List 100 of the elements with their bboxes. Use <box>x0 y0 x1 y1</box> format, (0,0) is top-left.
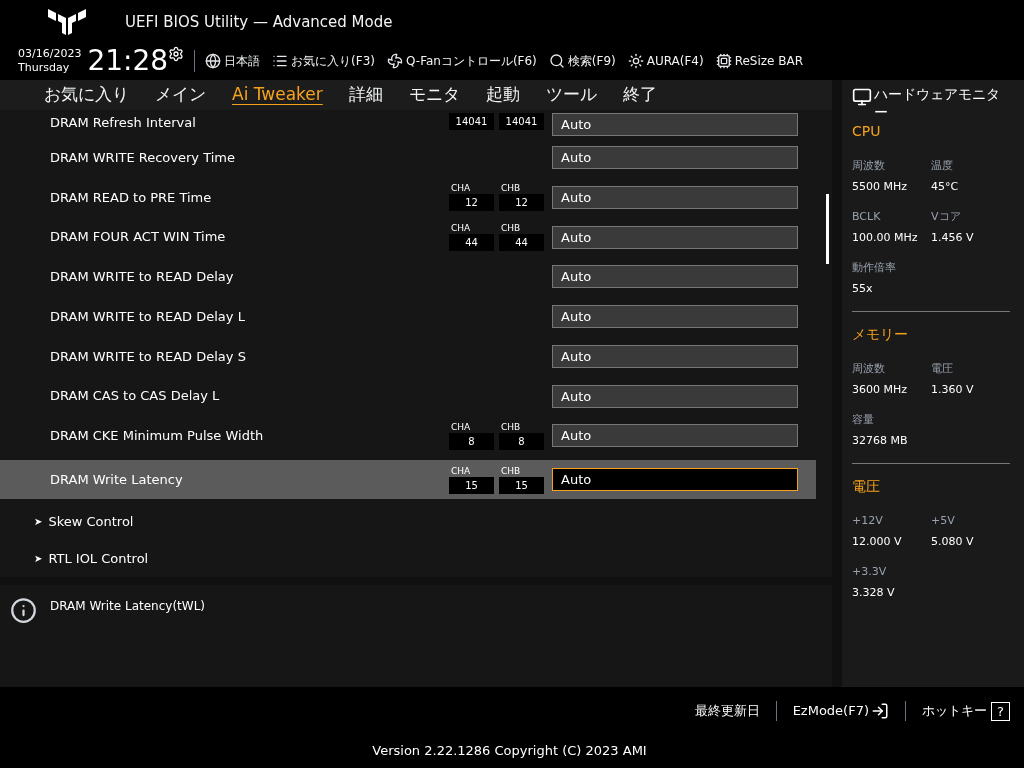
value-dropdown[interactable]: Auto <box>552 384 798 408</box>
scrollbar[interactable] <box>826 194 829 264</box>
setting-label: DRAM READ to PRE Time <box>49 188 213 207</box>
stat-value: 3.328 V <box>852 584 896 601</box>
help-text: DRAM Write Latency(tWL) <box>50 598 205 615</box>
value-dropdown[interactable]: Auto <box>552 225 798 249</box>
channel-value: 15 <box>449 476 494 494</box>
section-title: CPU <box>852 122 882 141</box>
value-dropdown[interactable]: Auto <box>552 344 798 368</box>
stat-label: 動作倍率 <box>852 260 897 276</box>
setting-row[interactable]: DRAM WRITE to READ Delay L Auto <box>0 296 832 337</box>
info-icon <box>10 597 37 624</box>
value-dropdown[interactable]: Auto <box>552 468 798 492</box>
last-modified-button[interactable]: 最終更新日 <box>694 701 760 721</box>
stat-label: +3.3V <box>852 564 888 580</box>
stat-label: Vコア <box>931 209 962 225</box>
setting-row[interactable]: DRAM WRITE to READ Delay S Auto <box>0 336 832 377</box>
window-title: UEFI BIOS Utility — Advanced Mode <box>125 11 393 33</box>
stat-value: 1.360 V <box>931 381 975 398</box>
setting-row[interactable]: DRAM Write Latency CHA 15 CHB 15 Auto <box>0 459 816 500</box>
setting-row[interactable]: DRAM FOUR ACT WIN Time CHA 44 CHB 44 Auto <box>0 217 832 258</box>
settings-icon[interactable] <box>168 46 185 62</box>
day-text: Thursday <box>18 61 71 75</box>
stat-value: 55x <box>852 280 874 297</box>
menu-tab[interactable]: メイン <box>155 82 206 108</box>
hotkey-key: ? <box>991 701 1010 721</box>
sun-icon <box>627 53 644 69</box>
stat-label: +5V <box>931 513 956 529</box>
stat-label: 容量 <box>852 412 875 428</box>
setting-row[interactable]: DRAM CKE Minimum Pulse Width CHA 8 CHB 8 Auto <box>0 416 832 456</box>
toolbar-button[interactable]: Q-Fanコントロール(F6) <box>387 52 537 70</box>
submenu-item[interactable]: ➤ Skew Control <box>0 503 832 541</box>
menu-tab[interactable]: ツール <box>545 82 597 108</box>
value-dropdown[interactable]: Auto <box>552 185 798 209</box>
setting-label: DRAM WRITE to READ Delay <box>49 268 235 287</box>
toolbar-button[interactable]: 日本語 <box>205 52 261 70</box>
value-dropdown[interactable]: Auto <box>552 265 798 289</box>
toolbar-button[interactable]: AURA(F4) <box>627 52 704 70</box>
menu-tab[interactable]: 終了 <box>622 82 657 108</box>
stat-label: 温度 <box>931 158 954 174</box>
toolbar-button[interactable]: 検索(F9) <box>548 52 616 70</box>
setting-label: DRAM WRITE Recovery Time <box>49 148 236 167</box>
stat-value: 3600 MHz <box>852 381 909 398</box>
menu-tab[interactable]: 詳細 <box>348 82 383 108</box>
channel-label: CHB <box>500 465 522 477</box>
setting-row[interactable]: DRAM CAS to CAS Delay L Auto <box>0 376 832 416</box>
exit-icon <box>871 702 889 720</box>
list-icon <box>272 53 289 69</box>
channel-label: CHB <box>500 421 522 433</box>
setting-label: DRAM Write Latency <box>49 470 184 489</box>
date-text: 03/16/2023 <box>18 47 82 61</box>
channel-label: CHA <box>450 421 472 433</box>
channel-value: 14041 <box>449 113 494 130</box>
setting-row[interactable]: DRAM WRITE Recovery Time Auto <box>0 137 832 178</box>
menu-tab[interactable]: モニタ <box>408 82 460 108</box>
menu-tab[interactable]: Ai Tweaker <box>232 82 323 108</box>
value-dropdown[interactable]: Auto <box>552 146 798 170</box>
toolbar-button[interactable]: ReSize BAR <box>715 52 804 70</box>
value-dropdown[interactable]: Auto <box>552 424 798 448</box>
setting-row[interactable]: DRAM WRITE to READ Delay Auto <box>0 257 832 297</box>
setting-label: DRAM FOUR ACT WIN Time <box>49 228 227 247</box>
search-icon <box>548 53 565 69</box>
stat-label: +12V <box>852 513 884 529</box>
setting-label: DRAM WRITE to READ Delay L <box>49 307 246 326</box>
panel-title: ハードウェアモニター <box>874 85 1001 121</box>
globe-icon <box>205 53 222 69</box>
channel-value: 15 <box>499 476 544 494</box>
menu-tab[interactable]: お気に入り <box>44 82 129 108</box>
channel-label: CHA <box>450 223 472 235</box>
version-text: Version 2.22.1286 Copyright (C) 2023 AMI <box>371 742 648 760</box>
monitor-icon <box>852 87 872 107</box>
stat-value: 32768 MB <box>852 432 909 449</box>
channel-value: 8 <box>449 432 494 450</box>
section-title: メモリー <box>852 325 909 344</box>
stat-value: 5500 MHz <box>852 178 909 195</box>
channel-value: 12 <box>499 194 544 212</box>
stat-label: BCLK <box>852 209 882 225</box>
hotkeys-button[interactable]: ホットキー ? <box>922 701 1010 721</box>
stat-value: 12.000 V <box>852 533 903 550</box>
stat-value: 45°C <box>931 178 960 195</box>
value-dropdown[interactable]: Auto <box>552 113 798 136</box>
stat-label: 電圧 <box>931 361 954 377</box>
ezmode-button[interactable]: EzMode(F7) <box>792 701 889 721</box>
channel-value: 44 <box>499 234 544 252</box>
clock-time: 21:28 <box>87 47 169 75</box>
setting-row[interactable]: DRAM Refresh Interval 14041 14041 Auto <box>0 111 832 138</box>
setting-label: DRAM CAS to CAS Delay L <box>49 387 221 406</box>
channel-value: 44 <box>449 234 494 252</box>
channel-value: 14041 <box>499 113 544 130</box>
toolbar-button[interactable]: お気に入り(F3) <box>272 52 375 70</box>
setting-row[interactable]: DRAM READ to PRE Time CHA 12 CHB 12 Auto <box>0 177 832 218</box>
channel-value: 12 <box>449 194 494 212</box>
channel-label: CHA <box>450 465 472 477</box>
chip-icon <box>715 53 732 69</box>
fan-icon <box>387 53 403 69</box>
menu-tab[interactable]: 起動 <box>485 82 520 108</box>
setting-label: DRAM Refresh Interval <box>49 114 197 132</box>
submenu-item[interactable]: ➤ RTL IOL Control <box>0 540 832 577</box>
value-dropdown[interactable]: Auto <box>552 305 798 329</box>
channel-label: CHB <box>500 223 522 235</box>
